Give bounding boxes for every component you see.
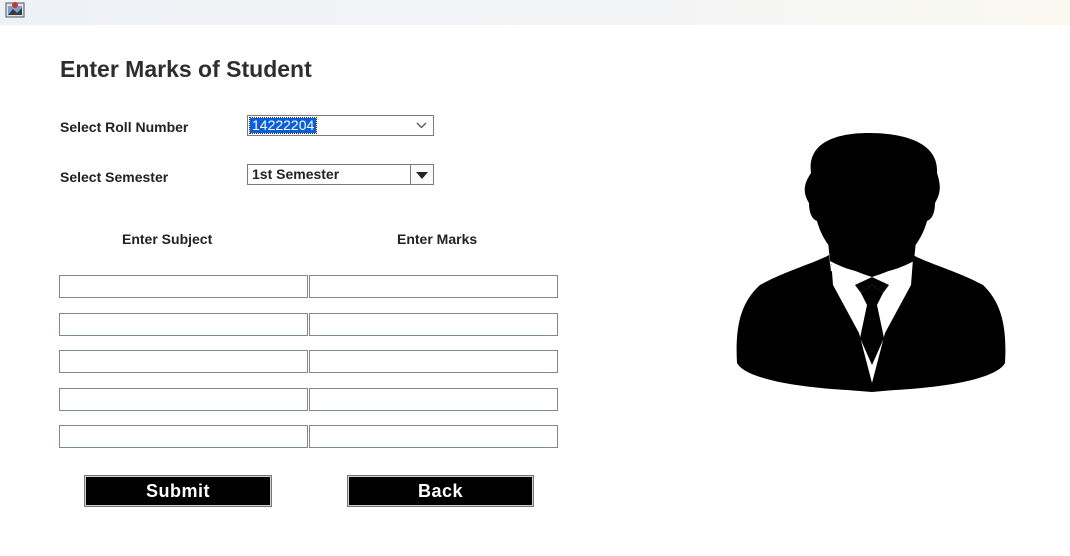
- semester-value: 1st Semester: [252, 166, 340, 182]
- marks-field-1[interactable]: [309, 275, 558, 298]
- marks-field-5[interactable]: [309, 425, 558, 448]
- subject-field-5[interactable]: [59, 425, 308, 448]
- roll-number-value: 14222204: [248, 117, 318, 134]
- marks-field-3[interactable]: [309, 350, 558, 373]
- page-title: Enter Marks of Student: [60, 56, 312, 82]
- subject-column-header: Enter Subject: [122, 231, 213, 247]
- subject-field-4[interactable]: [59, 388, 308, 411]
- subject-field-2[interactable]: [59, 313, 308, 336]
- chevron-down-icon[interactable]: [411, 116, 433, 135]
- submit-button[interactable]: Submit: [84, 475, 272, 507]
- roll-number-label: Select Roll Number: [60, 119, 189, 135]
- semester-dropdown[interactable]: 1st Semester: [247, 164, 434, 185]
- subject-field-3[interactable]: [59, 350, 308, 373]
- app-icon[interactable]: [5, 0, 25, 18]
- student-avatar-icon: [736, 133, 1006, 392]
- back-button[interactable]: Back: [347, 475, 534, 507]
- triangle-down-icon: [416, 172, 428, 179]
- marks-field-4[interactable]: [309, 388, 558, 411]
- dropdown-arrow-button[interactable]: [410, 165, 433, 184]
- semester-label: Select Semester: [60, 169, 169, 185]
- roll-number-dropdown[interactable]: 14222204: [247, 115, 434, 136]
- subject-field-1[interactable]: [59, 275, 308, 298]
- marks-column-header: Enter Marks: [397, 231, 478, 247]
- marks-field-2[interactable]: [309, 313, 558, 336]
- title-bar: [0, 0, 1070, 25]
